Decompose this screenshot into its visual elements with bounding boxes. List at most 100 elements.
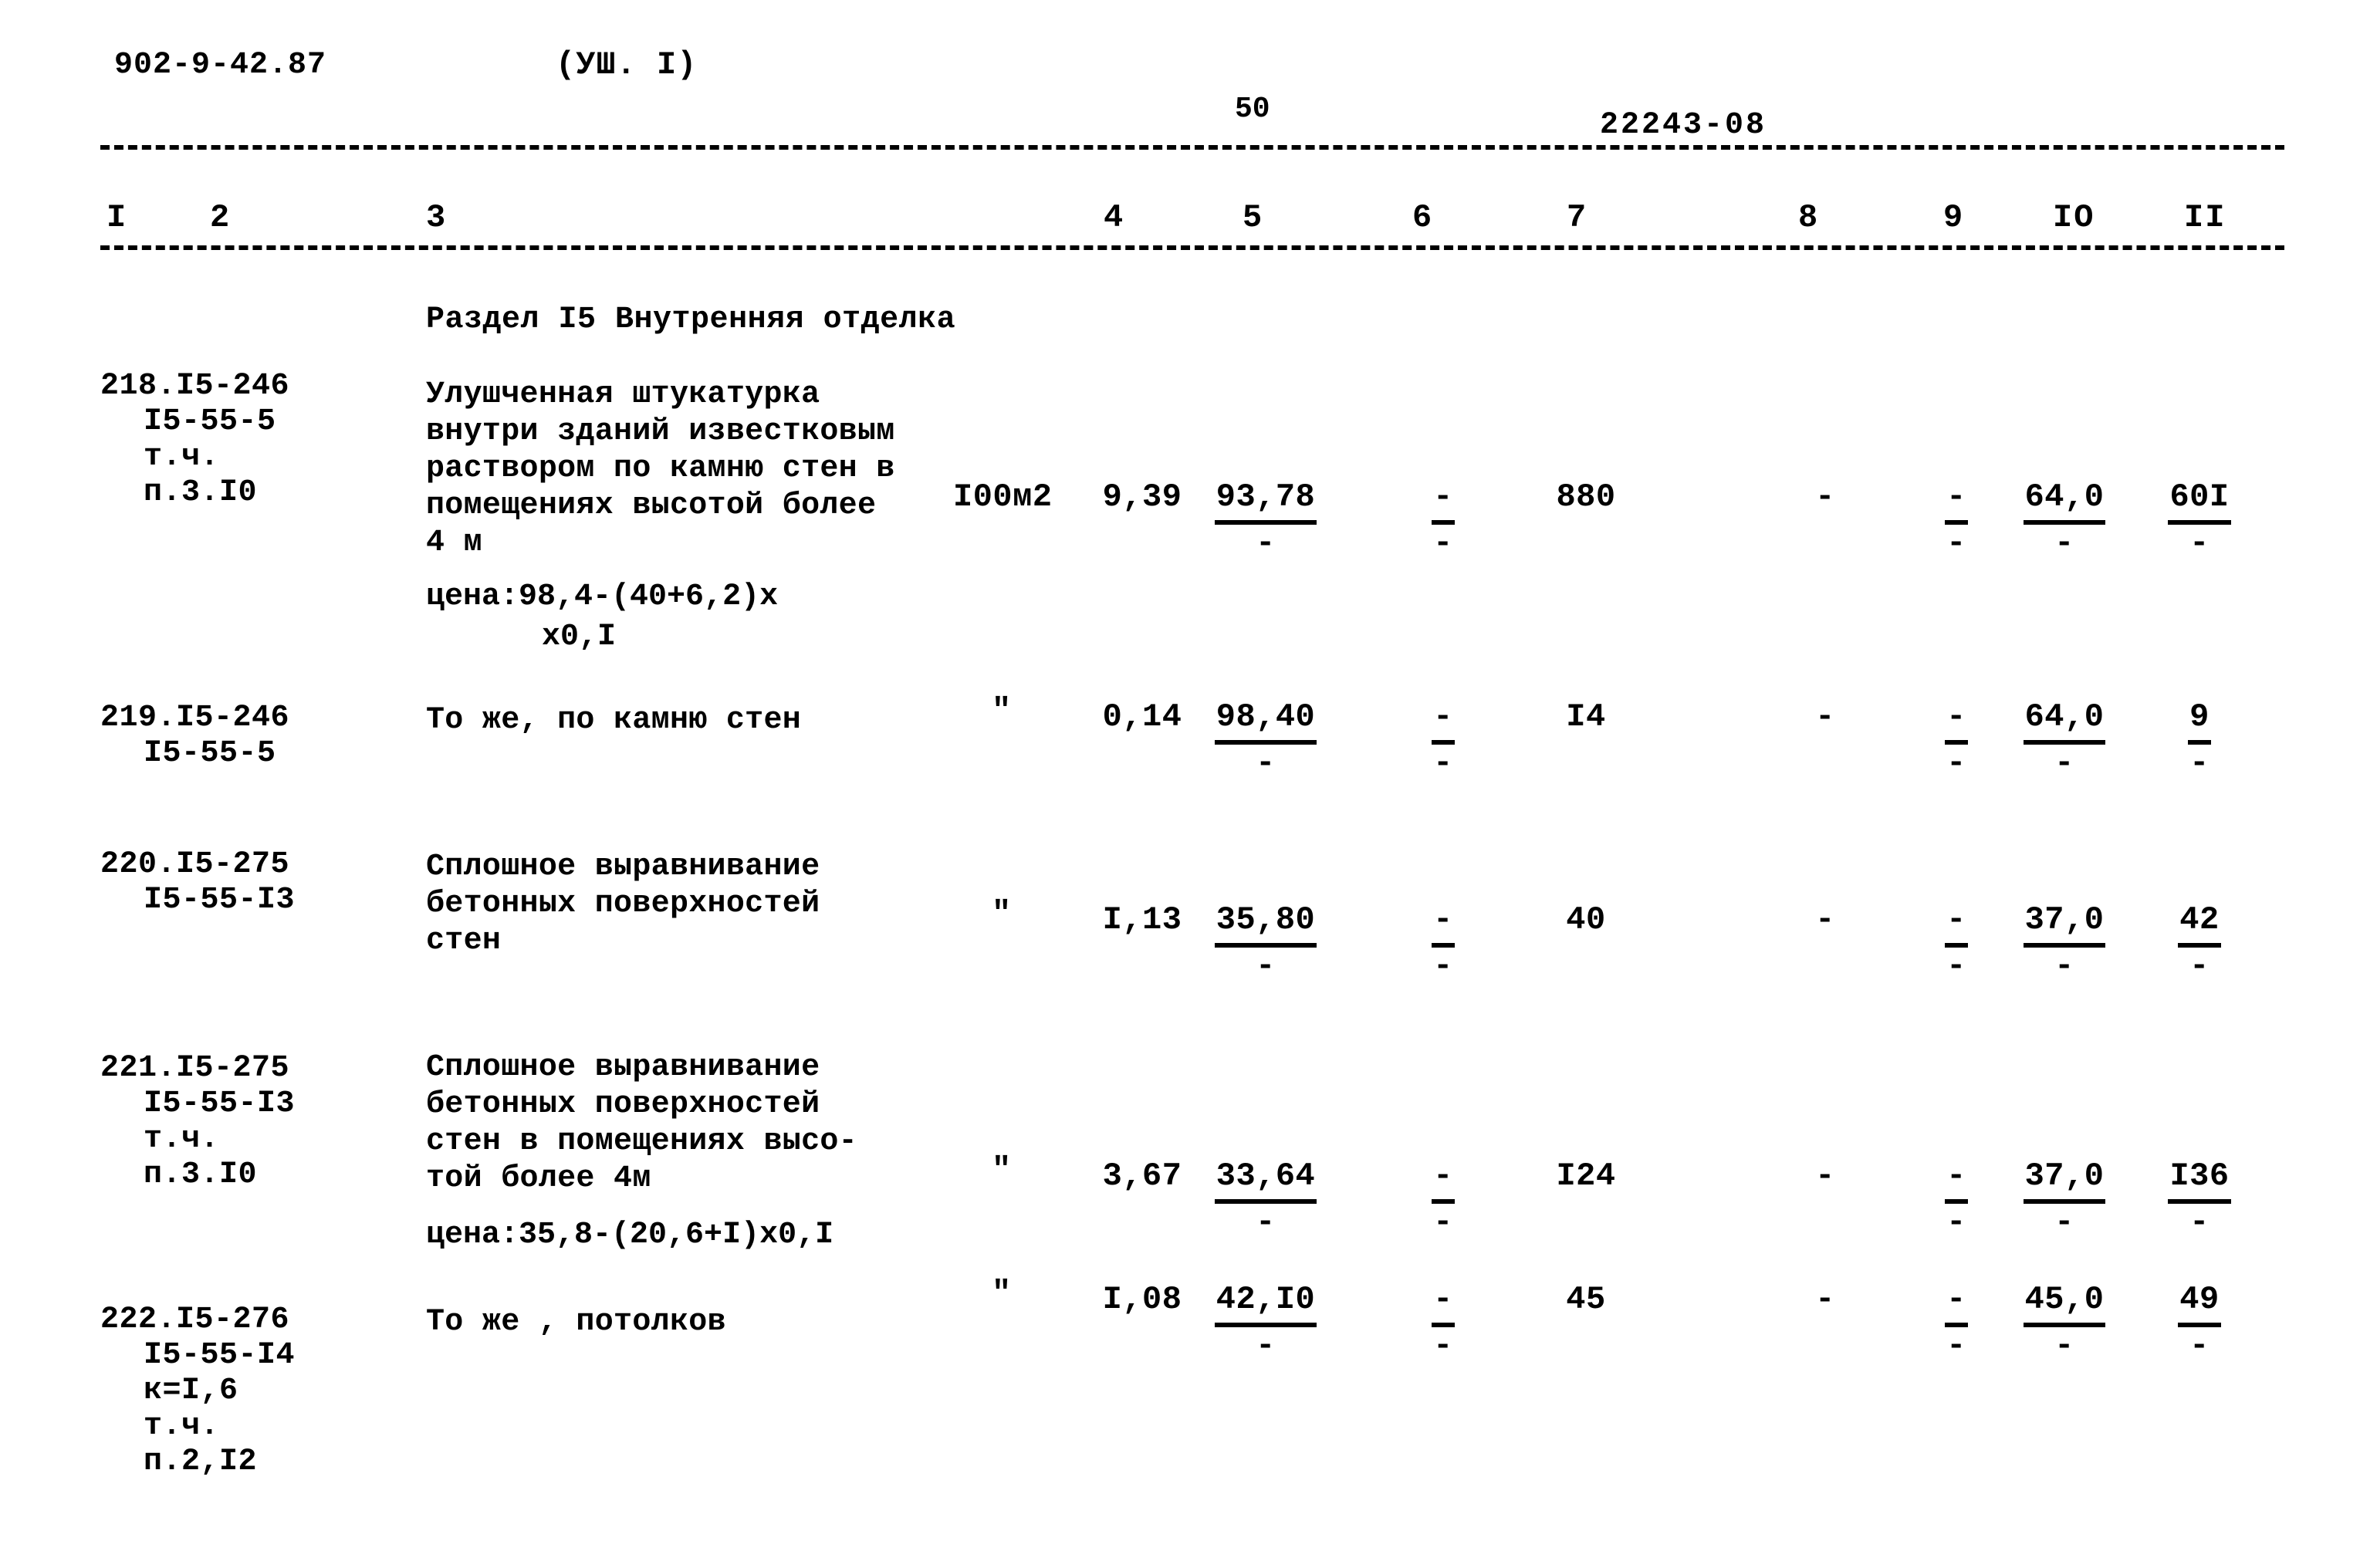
cell-denominator: - xyxy=(1433,525,1453,562)
column-header-6: 6 xyxy=(1412,199,1434,236)
cell-denominator: - xyxy=(2054,745,2074,782)
row-code-line: п.3.I0 xyxy=(144,475,258,510)
document-page: 902-9-42.87 (УШ. I) 50 22243-08 I2345678… xyxy=(0,0,2360,1568)
row-description-line: Сплошное выравнивание xyxy=(426,1050,820,1085)
row-description-line: 4 м xyxy=(426,525,482,560)
cell-value: I24 xyxy=(1556,1157,1616,1195)
cell-denominator: - xyxy=(2189,745,2210,782)
row-code-line: I5-55-5 xyxy=(144,736,276,771)
row-cell-col-9: -- xyxy=(1763,698,1887,766)
row-code-block: 222.I5-276 I5-55-I4 к=I,6 т.ч. п.2,I2 xyxy=(100,1303,401,1480)
row-cell-col-5: I,13- xyxy=(1080,901,1204,969)
column-header-2: 2 xyxy=(210,199,232,236)
cell-value: 64,0 xyxy=(2023,478,2106,525)
row-description-line: Сплошное выравнивание xyxy=(426,850,820,884)
row-price-note: цена:35,8-(20,6+I)х0,I xyxy=(426,1215,833,1255)
row-cell-col-7: -- xyxy=(1381,478,1505,562)
cell-denominator: - xyxy=(2054,525,2074,562)
row-cell-col-10: -- xyxy=(1895,1157,2018,1241)
row-cell-col-9: -- xyxy=(1763,1281,1887,1349)
row-description: Сплошное выравнивание бетонных поверхност… xyxy=(426,1049,1013,1198)
row-code-line: I5-55-I3 xyxy=(144,883,296,917)
cell-denominator: - xyxy=(2054,1204,2074,1241)
row-cell-col-12: I36- xyxy=(2138,1157,2261,1241)
cell-value: 3,67 xyxy=(1102,1157,1182,1195)
cell-denominator: - xyxy=(2189,525,2210,562)
cell-value: 42,I0 xyxy=(1214,1281,1317,1327)
row-cell-col-11: 37,0- xyxy=(2003,1157,2126,1241)
row-code-line: 221.I5-275 xyxy=(100,1051,290,1086)
cell-denominator: - xyxy=(1433,1204,1453,1241)
row-code-line: п.3.I0 xyxy=(144,1157,258,1192)
row-cell-col-9: -- xyxy=(1763,478,1887,546)
row-cell-col-10: -- xyxy=(1895,478,2018,562)
cell-denominator: - xyxy=(1946,525,1966,562)
row-description-line: То же , потолков xyxy=(426,1305,726,1340)
cell-denominator: - xyxy=(1433,1327,1453,1364)
cell-denominator: - xyxy=(2054,1327,2074,1364)
cell-value: - xyxy=(1815,1281,1835,1318)
cell-denominator: - xyxy=(1946,745,1966,782)
cell-denominator: - xyxy=(1946,948,1966,985)
row-cell-col-8: 45- xyxy=(1524,1281,1648,1349)
column-header-9: 9 xyxy=(1943,199,1965,236)
row-cell-col-5: I,08- xyxy=(1080,1281,1204,1349)
column-header-3: 3 xyxy=(426,199,448,236)
row-cell-col-7: -- xyxy=(1381,1281,1505,1364)
row-description-line: помещениях высотой более xyxy=(426,488,877,523)
row-code-block: 219.I5-246 I5-55-5 xyxy=(100,701,401,772)
cell-denominator: - xyxy=(1256,1204,1276,1241)
row-code-block: 220.I5-275 I5-55-I3 xyxy=(100,847,401,918)
cell-value: - xyxy=(1945,478,1968,525)
row-unit: I00м2 xyxy=(953,478,1053,515)
cell-denominator: - xyxy=(2189,948,2210,985)
archive-code: 22243-08 xyxy=(1600,108,1767,143)
cell-value: 37,0 xyxy=(2023,901,2106,948)
column-header-8: 8 xyxy=(1798,199,1820,236)
row-code-line: т.ч. xyxy=(144,1409,220,1444)
cell-value: I4 xyxy=(1566,698,1606,735)
row-cell-col-7: -- xyxy=(1381,1157,1505,1241)
row-description-line: внутри зданий известковым xyxy=(426,414,895,449)
row-code-block: 218.I5-246 I5-55-5 т.ч. п.3.I0 xyxy=(100,369,401,511)
row-cell-col-5: 0,14- xyxy=(1080,698,1204,766)
cell-value: - xyxy=(1945,1157,1968,1204)
cell-denominator: - xyxy=(2189,1204,2210,1241)
row-cell-col-6: 33,64- xyxy=(1204,1157,1327,1241)
row-code-line: т.ч. xyxy=(144,1122,220,1157)
row-cell-col-11: 37,0- xyxy=(2003,901,2126,985)
cell-value: 45 xyxy=(1566,1281,1606,1318)
row-code-line: I5-55-I4 xyxy=(144,1338,296,1373)
column-header-4: 4 xyxy=(1104,199,1125,236)
row-description-line: стен в помещениях высо- xyxy=(426,1124,857,1159)
row-description-line: стен xyxy=(426,924,502,958)
cell-denominator: - xyxy=(1946,1204,1966,1241)
cell-value: 35,80 xyxy=(1214,901,1317,948)
row-cell-col-10: -- xyxy=(1895,901,2018,985)
row-cell-col-12: 49- xyxy=(2138,1281,2261,1362)
header-divider-top xyxy=(100,145,2284,150)
row-cell-col-12: 9- xyxy=(2138,698,2261,782)
row-cell-col-9: -- xyxy=(1763,901,1887,969)
cell-value: 42 xyxy=(2178,901,2221,948)
cell-value: - xyxy=(1815,478,1835,515)
row-cell-col-6: 42,I0- xyxy=(1204,1281,1327,1362)
cell-denominator: - xyxy=(2054,948,2074,985)
row-description-line: раствором по камню стен в xyxy=(426,451,895,486)
cell-value: - xyxy=(1432,478,1455,525)
row-code-line: 220.I5-275 xyxy=(100,847,290,882)
row-description-line: бетонных поверхностей xyxy=(426,1087,820,1122)
cell-value: 40 xyxy=(1566,901,1606,938)
row-description: То же , потолков xyxy=(426,1304,1013,1341)
cell-value: 93,78 xyxy=(1214,478,1317,525)
cell-denominator: - xyxy=(1946,1327,1966,1364)
row-cell-col-8: 880- xyxy=(1524,478,1648,546)
row-code-line: к=I,6 xyxy=(144,1374,238,1408)
cell-denominator: - xyxy=(1433,745,1453,782)
row-code-line: 218.I5-246 xyxy=(100,369,290,404)
cell-value: 37,0 xyxy=(2023,1157,2106,1204)
cell-value: - xyxy=(1432,1281,1455,1327)
row-cell-col-11: 64,0- xyxy=(2003,698,2126,782)
row-description: Сплошное выравнивание бетонных поверхност… xyxy=(426,849,1013,960)
row-price-note-line: цена:35,8-(20,6+I)х0,I xyxy=(426,1218,834,1252)
